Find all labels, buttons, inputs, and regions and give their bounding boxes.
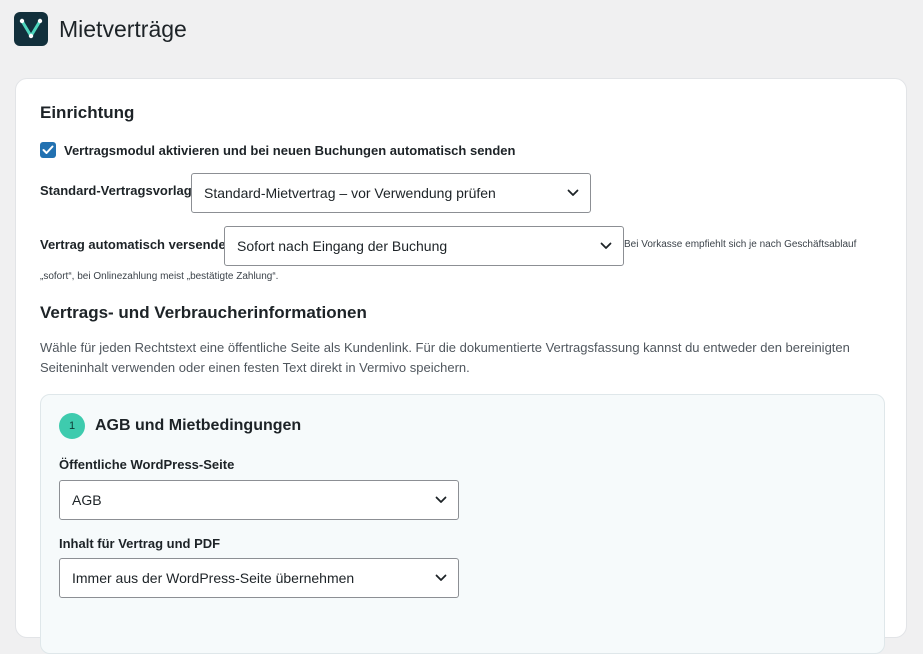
chevron-down-icon <box>567 189 579 196</box>
app-header: Mietverträge <box>14 12 187 46</box>
consumer-info-description: Wähle für jeden Rechtstext eine öffentli… <box>40 338 860 378</box>
section-number-badge: 1 <box>59 413 85 439</box>
consumer-info-heading: Vertrags- und Verbraucherinformationen <box>40 303 367 322</box>
chevron-down-icon <box>435 574 447 581</box>
activate-module-row[interactable]: Vertragsmodul aktivieren und bei neuen B… <box>40 142 515 158</box>
activate-module-label: Vertragsmodul aktivieren und bei neuen B… <box>64 142 516 158</box>
checkmark-icon <box>42 145 54 154</box>
vermivo-logo-icon <box>14 12 48 46</box>
chevron-down-icon <box>600 242 612 249</box>
auto-send-select-value: Sofort nach Eingang der Buchung <box>237 238 448 254</box>
activate-module-checkbox[interactable] <box>40 142 56 158</box>
contract-content-label: Inhalt für Vertrag und PDF <box>59 536 221 551</box>
description-line-2: Seiteninhalt verwenden oder einen festen… <box>40 360 470 375</box>
template-select[interactable]: Standard-Mietvertrag – vor Verwendung pr… <box>191 173 591 213</box>
auto-send-hint-line2: „sofort“, bei Onlinezahlung meist „bestä… <box>40 271 279 282</box>
auto-send-hint-line1: Bei Vorkasse empfiehlt sich je nach Gesc… <box>624 239 857 250</box>
page-title: Mietverträge <box>59 15 187 42</box>
contract-content-select[interactable]: Immer aus der WordPress-Seite übernehmen <box>59 558 459 598</box>
setup-heading: Einrichtung <box>40 103 135 122</box>
wordpress-page-select-value: AGB <box>72 492 102 508</box>
contract-content-select-value: Immer aus der WordPress-Seite übernehmen <box>72 570 355 586</box>
wordpress-page-label: Öffentliche WordPress-Seite <box>59 457 235 472</box>
wordpress-page-select[interactable]: AGB <box>59 480 459 520</box>
settings-card: Einrichtung Vertragsmodul aktivieren und… <box>15 78 907 654</box>
template-select-value: Standard-Mietvertrag – vor Verwendung pr… <box>204 185 496 201</box>
agb-section: 1 AGB und Mietbedingungen Öffentliche Wo… <box>40 394 885 654</box>
auto-send-label: Vertrag automatisch versenden <box>40 237 234 252</box>
template-label: Standard-Vertragsvorlage <box>40 183 199 198</box>
section-title: AGB und Mietbedingungen <box>95 417 302 434</box>
description-line-1: Wähle für jeden Rechtstext eine öffentli… <box>40 340 850 355</box>
auto-send-select[interactable]: Sofort nach Eingang der Buchung <box>224 226 624 266</box>
chevron-down-icon <box>435 496 447 503</box>
